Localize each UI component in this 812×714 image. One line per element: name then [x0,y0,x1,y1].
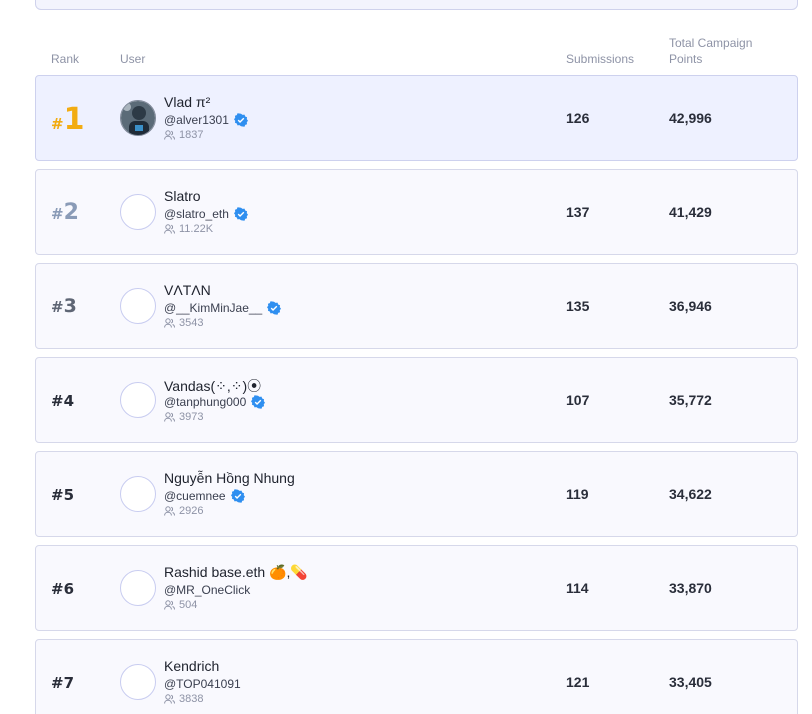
followers-count: 11.22K [164,223,213,235]
rank-label: #5 [51,486,75,504]
followers-count: 3838 [164,693,203,705]
user-name[interactable]: Vlad π² [164,94,210,110]
rank-label: #2 [51,200,79,225]
user-handle[interactable]: @cuemnee [164,489,226,503]
user-name[interactable]: VΛTΛN [164,282,211,298]
handle-line: @tanphung000 [164,395,266,409]
user-handle[interactable]: @tanphung000 [164,395,246,409]
users-icon [164,318,175,328]
user-name[interactable]: Slatro [164,188,201,204]
submissions-value: 135 [566,298,590,314]
points-column-header: Total Campaign Points [669,36,753,66]
followers-count: 504 [164,599,197,611]
avatar-photo-icon [121,101,155,135]
leaderboard-row[interactable]: #4 Vandas(⁘,⁘)⦿ @tanphung000 3973 107 35… [35,357,798,443]
verified-badge-icon [267,301,282,315]
submissions-value: 137 [566,204,590,220]
verified-badge-icon [230,489,245,503]
points-value: 41,429 [669,204,712,220]
avatar[interactable] [120,194,156,230]
users-icon [164,412,175,422]
submissions-value: 126 [566,110,590,126]
submissions-value: 107 [566,392,590,408]
leaderboard-row[interactable]: #6 Rashid base.eth 🍊,💊 @MR_OneClick 504 … [35,545,798,631]
verified-badge-icon [233,207,248,221]
points-value: 33,870 [669,580,712,596]
user-name[interactable]: Nguyễn Hồng Nhung [164,470,295,486]
submissions-value: 114 [566,580,589,596]
handle-line: @MR_OneClick [164,583,250,597]
leaderboard-row[interactable]: #2 Slatro @slatro_eth 11.22K 137 41,429 [35,169,798,255]
rank-label: #1 [51,102,85,137]
avatar[interactable] [120,288,156,324]
followers-count: 2926 [164,505,203,517]
rank-column-header: Rank [51,52,80,66]
rank-label: #7 [51,674,75,692]
leaderboard-row[interactable]: #3 VΛTΛN @__KimMinJae__ 3543 135 36,946 [35,263,798,349]
user-name[interactable]: Vandas(⁘,⁘)⦿ [164,376,261,396]
users-icon [164,694,175,704]
rank-label: #6 [51,580,75,598]
users-icon [164,600,175,610]
handle-line: @cuemnee [164,489,245,503]
followers-count: 3973 [164,411,203,423]
handle-line: @slatro_eth [164,207,248,221]
user-handle[interactable]: @TOP041091 [164,677,241,691]
leaderboard-row[interactable]: #5 Nguyễn Hồng Nhung @cuemnee 2926 119 3… [35,451,798,537]
handle-line: @alver1301 [164,113,248,127]
followers-count: 3543 [164,317,203,329]
handle-line: @__KimMinJae__ [164,301,282,315]
leaderboard-row[interactable]: #7 Kendrich @TOP041091 3838 121 33,405 [35,639,798,714]
user-name[interactable]: Kendrich [164,658,219,674]
submissions-value: 121 [566,674,590,690]
verified-badge-icon [233,113,248,127]
points-value: 42,996 [669,110,712,126]
points-value: 35,772 [669,392,712,408]
users-icon [164,224,175,234]
points-value: 36,946 [669,298,712,314]
user-name[interactable]: Rashid base.eth 🍊,💊 [164,564,308,581]
user-column-header: User [120,52,146,66]
user-handle[interactable]: @__KimMinJae__ [164,301,262,315]
avatar[interactable] [120,100,156,136]
rank-label: #4 [51,392,75,410]
user-handle[interactable]: @alver1301 [164,113,229,127]
avatar[interactable] [120,476,156,512]
avatar[interactable] [120,382,156,418]
submissions-value: 119 [566,486,589,502]
user-handle[interactable]: @slatro_eth [164,207,229,221]
users-icon [164,130,175,140]
verified-badge-icon [251,395,266,409]
avatar[interactable] [120,664,156,700]
users-icon [164,506,175,516]
followers-count: 1837 [164,129,203,141]
rank-label: #3 [51,295,77,317]
user-handle[interactable]: @MR_OneClick [164,583,250,597]
leaderboard-header: Rank User Submissions Total Campaign Poi… [0,0,812,75]
points-value: 34,622 [669,486,712,502]
leaderboard-row[interactable]: #1 Vlad π² @alver1301 1837 126 42,996 [35,75,798,161]
points-value: 33,405 [669,674,712,690]
submissions-column-header: Submissions [566,52,635,66]
handle-line: @TOP041091 [164,677,241,691]
avatar[interactable] [120,570,156,606]
